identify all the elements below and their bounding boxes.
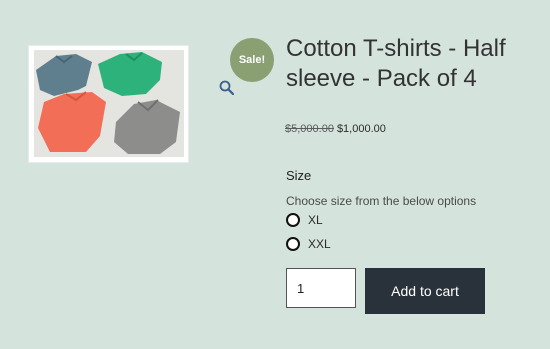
size-option-xl[interactable]: XL: [286, 213, 323, 227]
radio-button[interactable]: [286, 213, 300, 227]
size-label: Size: [286, 168, 312, 183]
product-gallery: [29, 46, 188, 162]
size-option-label: XXL: [308, 237, 331, 251]
product-image[interactable]: [34, 50, 184, 157]
size-option-label: XL: [308, 213, 323, 227]
shirts-illustration: [34, 50, 184, 157]
magnifier-icon[interactable]: [218, 79, 236, 97]
radio-button[interactable]: [286, 237, 300, 251]
add-to-cart-button[interactable]: Add to cart: [365, 268, 485, 314]
original-price: $5,000.00: [285, 123, 334, 135]
sale-badge: Sale!: [230, 38, 274, 82]
product-price: $5,000.00 $1,000.00: [285, 123, 386, 135]
quantity-input[interactable]: [286, 268, 356, 308]
product-title: Cotton T-shirts - Half sleeve - Pack of …: [286, 35, 506, 92]
size-option-xxl[interactable]: XXL: [286, 237, 331, 251]
sale-price: $1,000.00: [336, 123, 386, 135]
size-hint: Choose size from the below options: [286, 194, 477, 208]
